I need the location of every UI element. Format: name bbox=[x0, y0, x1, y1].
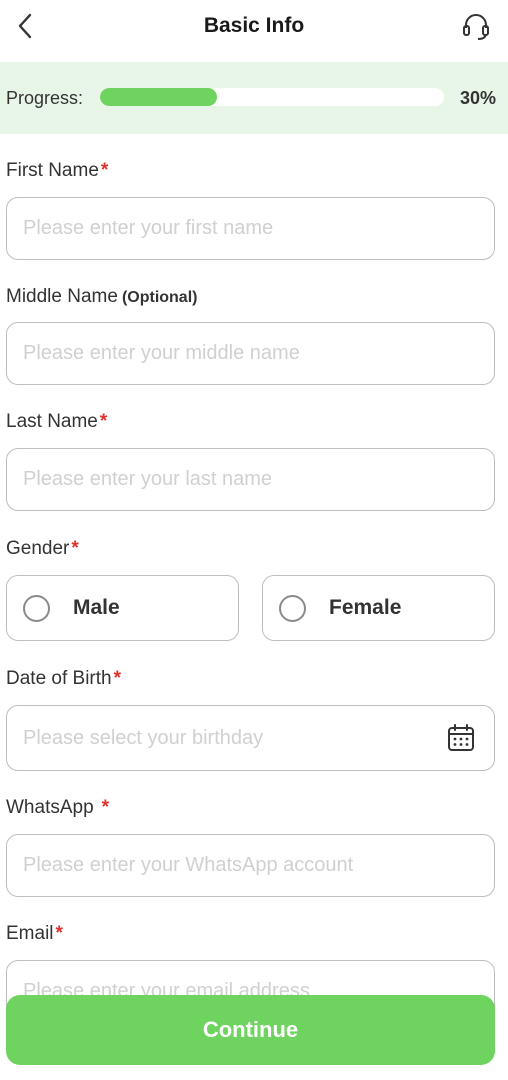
required-marker: * bbox=[100, 160, 109, 181]
required-marker: * bbox=[113, 668, 122, 689]
progress-label: Progress: bbox=[6, 88, 84, 108]
progress-bar-fill bbox=[100, 88, 217, 106]
gender-option-male[interactable]: Male bbox=[6, 575, 239, 641]
page-title: Basic Info bbox=[203, 14, 305, 37]
last-name-label: Last Name * bbox=[6, 411, 108, 432]
dob-input[interactable] bbox=[23, 706, 478, 770]
gender-label: Gender * bbox=[6, 538, 79, 559]
support-button[interactable] bbox=[460, 10, 492, 42]
progress-value: 30% bbox=[459, 88, 496, 108]
radio-circle[interactable] bbox=[279, 595, 306, 622]
middle-name-label: Middle Name (Optional) bbox=[6, 286, 198, 307]
whatsapp-field[interactable] bbox=[6, 834, 495, 897]
last-name-input[interactable] bbox=[23, 449, 478, 510]
optional-marker: (Optional) bbox=[121, 289, 198, 306]
whatsapp-label: WhatsApp * bbox=[6, 797, 110, 818]
required-marker: * bbox=[99, 411, 108, 432]
first-name-input[interactable] bbox=[23, 198, 478, 259]
last-name-field[interactable] bbox=[6, 448, 495, 511]
headset-icon bbox=[463, 14, 489, 40]
continue-button[interactable]: Continue bbox=[6, 995, 495, 1065]
whatsapp-input[interactable] bbox=[23, 835, 478, 896]
dob-field[interactable] bbox=[6, 705, 495, 771]
header: Basic Info bbox=[0, 0, 508, 60]
first-name-field[interactable] bbox=[6, 197, 495, 260]
gender-option-female[interactable]: Female bbox=[262, 575, 495, 641]
middle-name-input[interactable] bbox=[23, 323, 478, 384]
calendar-icon[interactable] bbox=[446, 723, 476, 753]
required-marker: * bbox=[71, 538, 79, 559]
middle-name-field[interactable] bbox=[6, 322, 495, 385]
dob-label: Date of Birth * bbox=[6, 668, 122, 689]
radio-circle[interactable] bbox=[23, 595, 50, 622]
gender-option-label: Male bbox=[73, 596, 120, 619]
email-label: Email * bbox=[6, 923, 63, 944]
first-name-label: First Name * bbox=[6, 160, 109, 181]
gender-option-label: Female bbox=[329, 596, 402, 619]
required-marker: * bbox=[55, 923, 63, 944]
required-marker: * bbox=[101, 797, 110, 818]
progress-bar bbox=[100, 88, 444, 106]
